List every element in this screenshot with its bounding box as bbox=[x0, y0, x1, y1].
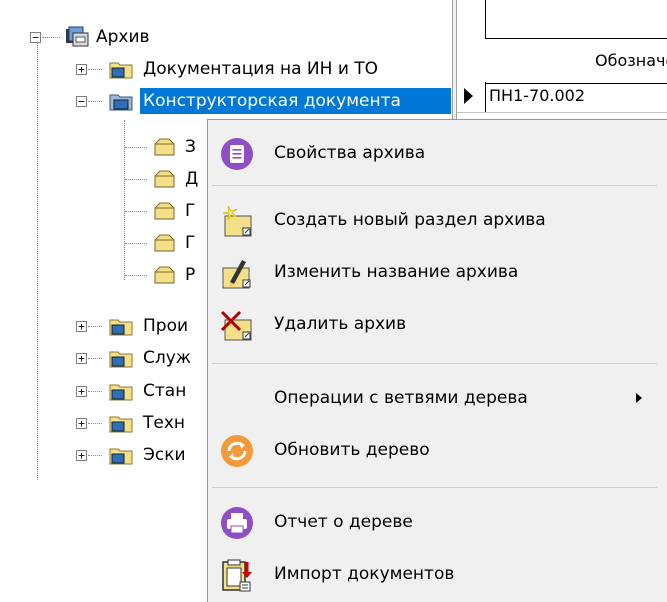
folder-icon bbox=[109, 62, 133, 79]
menu-item-tree-report[interactable]: Отчет о дереве bbox=[208, 496, 667, 548]
menu-item-label: Свойства архива bbox=[274, 143, 426, 163]
refresh-icon bbox=[221, 435, 253, 467]
tree-node-label[interactable]: Служ bbox=[140, 345, 194, 371]
tree-connector bbox=[88, 455, 102, 456]
menu-item-tree-branch-operations[interactable]: Операции с ветвями дерева bbox=[208, 372, 667, 424]
tree-node-label[interactable]: Г bbox=[182, 230, 198, 256]
tree-connector bbox=[88, 358, 102, 359]
section-folder-icon bbox=[154, 266, 175, 284]
tree-node-label[interactable]: Архив bbox=[93, 24, 153, 50]
column-header-label: Обозначе bbox=[595, 51, 667, 70]
collapse-icon[interactable]: − bbox=[76, 96, 87, 107]
folder-icon bbox=[109, 351, 133, 368]
menu-item-new-section[interactable]: Создать новый раздел архива bbox=[208, 194, 667, 246]
menu-item-label: Изменить название архива bbox=[274, 262, 519, 282]
menu-separator bbox=[212, 487, 657, 488]
section-folder-icon bbox=[154, 202, 175, 220]
column-header[interactable]: Обозначе bbox=[485, 38, 667, 84]
menu-item-label: Импорт документов bbox=[274, 564, 455, 584]
new-section-icon bbox=[222, 205, 252, 237]
tree-connector bbox=[88, 423, 102, 424]
tree-node-label[interactable]: Д bbox=[182, 166, 201, 192]
tree-node-label[interactable]: Техн bbox=[140, 410, 188, 436]
grid-line bbox=[457, 112, 667, 113]
menu-item-label: Отчет о дереве bbox=[274, 512, 413, 532]
archive-root-icon bbox=[66, 26, 89, 47]
menu-item-label: Создать новый раздел архива bbox=[274, 210, 546, 230]
context-menu: Свойства архива Создать новый раздел арх… bbox=[207, 119, 667, 602]
tree-connector bbox=[124, 120, 125, 280]
menu-item-refresh-tree[interactable]: Обновить дерево bbox=[208, 424, 667, 476]
menu-item-delete-archive[interactable]: Удалить архив bbox=[208, 298, 667, 350]
delete-archive-icon bbox=[220, 310, 252, 341]
menu-item-label: Обновить дерево bbox=[274, 440, 430, 460]
expand-icon[interactable]: + bbox=[76, 450, 87, 461]
menu-separator bbox=[212, 185, 657, 186]
tree-node-label[interactable]: Р bbox=[182, 262, 198, 288]
section-folder-icon bbox=[154, 234, 175, 252]
expand-icon[interactable]: + bbox=[76, 386, 87, 397]
tree-connector bbox=[88, 69, 102, 70]
menu-item-label: Операции с ветвями дерева bbox=[274, 388, 528, 408]
folder-icon bbox=[109, 384, 133, 401]
expand-icon[interactable]: + bbox=[76, 64, 87, 75]
tree-connector bbox=[125, 147, 147, 148]
menu-item-label: Удалить архив bbox=[274, 314, 407, 334]
menu-item-rename-archive[interactable]: Изменить название архива bbox=[208, 246, 667, 298]
menu-item-archive-properties[interactable]: Свойства архива bbox=[208, 127, 667, 179]
collapse-icon[interactable]: − bbox=[30, 32, 41, 43]
tree-node-label[interactable]: Эски bbox=[140, 442, 189, 468]
expand-icon[interactable]: + bbox=[76, 418, 87, 429]
tree-connector bbox=[88, 391, 102, 392]
import-documents-icon bbox=[222, 559, 252, 592]
tree-connector bbox=[125, 275, 147, 276]
expand-icon[interactable]: + bbox=[76, 353, 87, 364]
tree-node-label[interactable]: Прои bbox=[140, 313, 191, 339]
tree-node-label[interactable]: Конструкторская документа bbox=[140, 88, 451, 114]
current-row-arrow-icon bbox=[464, 88, 473, 104]
submenu-arrow-icon bbox=[636, 393, 642, 403]
tree-connector bbox=[125, 179, 147, 180]
tree-connector bbox=[88, 101, 102, 102]
tree-connector bbox=[125, 243, 147, 244]
tree-node-label[interactable]: Г bbox=[182, 198, 198, 224]
row-indicator bbox=[457, 82, 486, 112]
tree-node-label[interactable]: Стан bbox=[140, 378, 189, 404]
grid-line bbox=[485, 0, 486, 38]
expand-icon[interactable]: + bbox=[76, 321, 87, 332]
folder-icon bbox=[109, 448, 133, 465]
tree-connector bbox=[125, 211, 147, 212]
tree-connector bbox=[37, 40, 38, 480]
menu-item-import-documents[interactable]: Импорт документов bbox=[208, 548, 667, 600]
folder-icon bbox=[109, 319, 133, 336]
tree-node-label[interactable]: З bbox=[182, 134, 199, 160]
menu-separator bbox=[212, 363, 657, 364]
tree-connector bbox=[42, 37, 60, 38]
section-folder-icon bbox=[154, 138, 175, 156]
tree-connector bbox=[88, 326, 102, 327]
section-folder-icon bbox=[154, 170, 175, 188]
grid-cell[interactable]: ПН1-70.002 bbox=[489, 86, 585, 105]
folder-open-icon bbox=[109, 94, 133, 111]
rename-archive-icon bbox=[222, 260, 251, 289]
archive-properties-icon bbox=[221, 138, 253, 170]
print-report-icon bbox=[221, 507, 253, 539]
tree-node-label[interactable]: Документация на ИН и ТО bbox=[140, 56, 381, 82]
folder-icon bbox=[109, 416, 133, 433]
